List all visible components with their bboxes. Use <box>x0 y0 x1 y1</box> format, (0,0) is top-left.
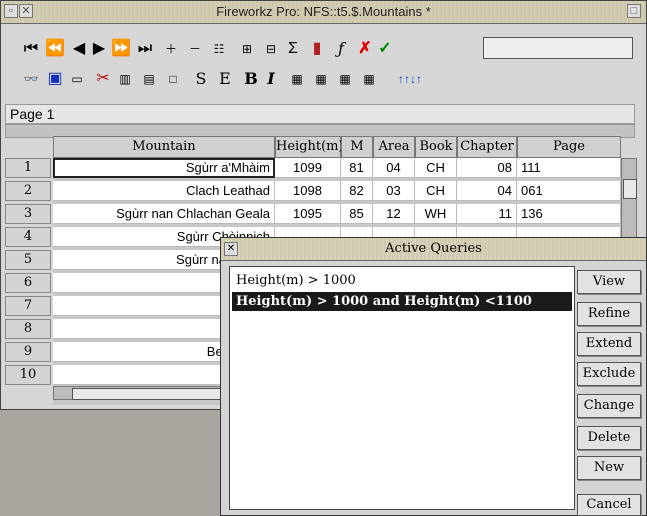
align-center-icon[interactable]: ▦ <box>311 68 331 90</box>
row-number[interactable]: 9 <box>5 342 51 362</box>
paste-icon[interactable]: ▥ <box>115 68 135 90</box>
table-cell-m[interactable]: 82 <box>341 181 373 201</box>
cancel-button[interactable]: Cancel <box>577 494 641 516</box>
sum-icon[interactable]: Σ <box>283 38 303 60</box>
new-button[interactable]: New <box>577 456 641 480</box>
table-cell-book[interactable]: WH <box>415 204 457 224</box>
table-cell-chapter[interactable]: 11 <box>457 204 517 224</box>
justify-icon[interactable]: ▦ <box>359 68 379 90</box>
print-icon[interactable]: ▭ <box>67 68 87 90</box>
toggle-size-icon[interactable]: □ <box>627 4 641 18</box>
bold-button[interactable]: B <box>241 68 261 90</box>
table-cell-mountain[interactable]: Clach Leathad <box>53 181 275 201</box>
table-cell-height[interactable]: 1099 <box>275 158 341 178</box>
first-record-icon[interactable]: ⏮ <box>21 38 41 60</box>
row-number[interactable]: 1 <box>5 158 51 178</box>
delete-button[interactable]: Delete <box>577 426 641 450</box>
table-cell-m[interactable]: 85 <box>341 204 373 224</box>
function-icon[interactable]: ƒ <box>331 38 351 60</box>
row-number[interactable]: 7 <box>5 296 51 316</box>
save-icon[interactable]: ▣ <box>45 68 65 90</box>
table-cell-page[interactable]: 111 <box>517 158 621 178</box>
prev-record-icon[interactable]: ◀ <box>69 38 89 60</box>
chart-icon[interactable]: ▮ <box>307 38 327 60</box>
query-list[interactable]: Height(m) > 1000 Height(m) > 1000 and He… <box>229 266 575 510</box>
next-page-icon[interactable]: ⏩ <box>111 38 131 60</box>
prev-page-icon[interactable]: ⏪ <box>45 38 65 60</box>
column-header-book[interactable]: Book <box>415 136 457 158</box>
view-button[interactable]: View <box>577 270 641 294</box>
row-number[interactable]: 10 <box>5 365 51 385</box>
column-header-mountain[interactable]: Mountain <box>53 136 275 158</box>
extend-button[interactable]: Extend <box>577 332 641 356</box>
table-cell-mountain[interactable]: Sgùrr a'Mhàim <box>53 158 275 178</box>
formula-input[interactable] <box>483 37 633 59</box>
table-cell-chapter[interactable]: 08 <box>457 158 517 178</box>
row-number[interactable]: 6 <box>5 273 51 293</box>
column-header-m[interactable]: M <box>341 136 373 158</box>
query-item[interactable]: Height(m) > 1000 <box>232 271 572 290</box>
refine-button[interactable]: Refine <box>577 302 641 326</box>
align-right-icon[interactable]: ▦ <box>335 68 355 90</box>
next-record-icon[interactable]: ▶ <box>89 38 109 60</box>
row-number[interactable]: 5 <box>5 250 51 270</box>
cancel-icon[interactable]: ✗ <box>355 38 375 60</box>
sort-icons[interactable]: ↑↑↓↑ <box>385 68 435 90</box>
dialog-title[interactable]: Active Queries <box>221 238 646 261</box>
table-cell-mountain[interactable]: Sgùrr nan Chlachan Geala <box>53 204 275 224</box>
table-cell-m[interactable]: 81 <box>341 158 373 178</box>
column-header-chapter[interactable]: Chapter <box>457 136 517 158</box>
copy-icon[interactable]: ▤ <box>139 68 159 90</box>
align-left-icon[interactable]: ▦ <box>287 68 307 90</box>
column-header-height[interactable]: Height(m) <box>275 136 344 158</box>
last-record-icon[interactable]: ⏭ <box>135 38 155 60</box>
row-number[interactable]: 2 <box>5 181 51 201</box>
row-number[interactable]: 3 <box>5 204 51 224</box>
remove-record-icon[interactable]: － <box>185 38 205 60</box>
table-cell-area[interactable]: 12 <box>373 204 415 224</box>
cut-icon[interactable]: ✂ <box>93 68 113 90</box>
blank-icon[interactable]: □ <box>163 68 183 90</box>
table-cell-page[interactable]: 136 <box>517 204 621 224</box>
row-number[interactable]: 8 <box>5 319 51 339</box>
add-record-icon[interactable]: ＋ <box>161 38 181 60</box>
vertical-scroll-thumb[interactable] <box>623 179 637 199</box>
insert-row-icon[interactable]: ⊞ <box>237 38 257 60</box>
horizontal-scroll-thumb[interactable] <box>72 388 224 400</box>
italic-button[interactable]: I <box>261 68 281 90</box>
spectacles-icon[interactable]: 👓 <box>21 68 41 90</box>
column-header-page[interactable]: Page <box>517 136 621 158</box>
horizontal-scrollbar[interactable] <box>53 386 228 400</box>
exclude-button[interactable]: Exclude <box>577 362 641 386</box>
table-cell-area[interactable]: 04 <box>373 158 415 178</box>
confirm-icon[interactable]: ✓ <box>375 38 395 60</box>
page-indicator: Page 1 <box>5 104 635 124</box>
table-cell-height[interactable]: 1098 <box>275 181 341 201</box>
table-cell-area[interactable]: 03 <box>373 181 415 201</box>
close-icon[interactable]: ✕ <box>224 242 238 256</box>
column-header-area[interactable]: Area <box>373 136 415 158</box>
style-s-button[interactable]: S <box>191 68 211 90</box>
query-item-selected[interactable]: Height(m) > 1000 and Height(m) <1100 <box>232 292 572 311</box>
change-button[interactable]: Change <box>577 394 641 418</box>
style-e-button[interactable]: E <box>215 68 235 90</box>
row-number[interactable]: 4 <box>5 227 51 247</box>
table-cell-book[interactable]: CH <box>415 158 457 178</box>
table-cell-book[interactable]: CH <box>415 181 457 201</box>
view-icon[interactable]: ☷ <box>209 38 229 60</box>
table-cell-height[interactable]: 1095 <box>275 204 341 224</box>
table-cell-chapter[interactable]: 04 <box>457 181 517 201</box>
table-cell-page[interactable]: 061 <box>517 181 621 201</box>
insert-col-icon[interactable]: ⊟ <box>261 38 281 60</box>
active-queries-dialog: Active Queries ✕ Height(m) > 1000 Height… <box>220 237 647 516</box>
window-title: Fireworkz Pro: NFS::t5.$.Mountains * <box>216 4 431 19</box>
title-bar[interactable]: ▫ ✕ Fireworkz Pro: NFS::t5.$.Mountains *… <box>1 1 646 24</box>
